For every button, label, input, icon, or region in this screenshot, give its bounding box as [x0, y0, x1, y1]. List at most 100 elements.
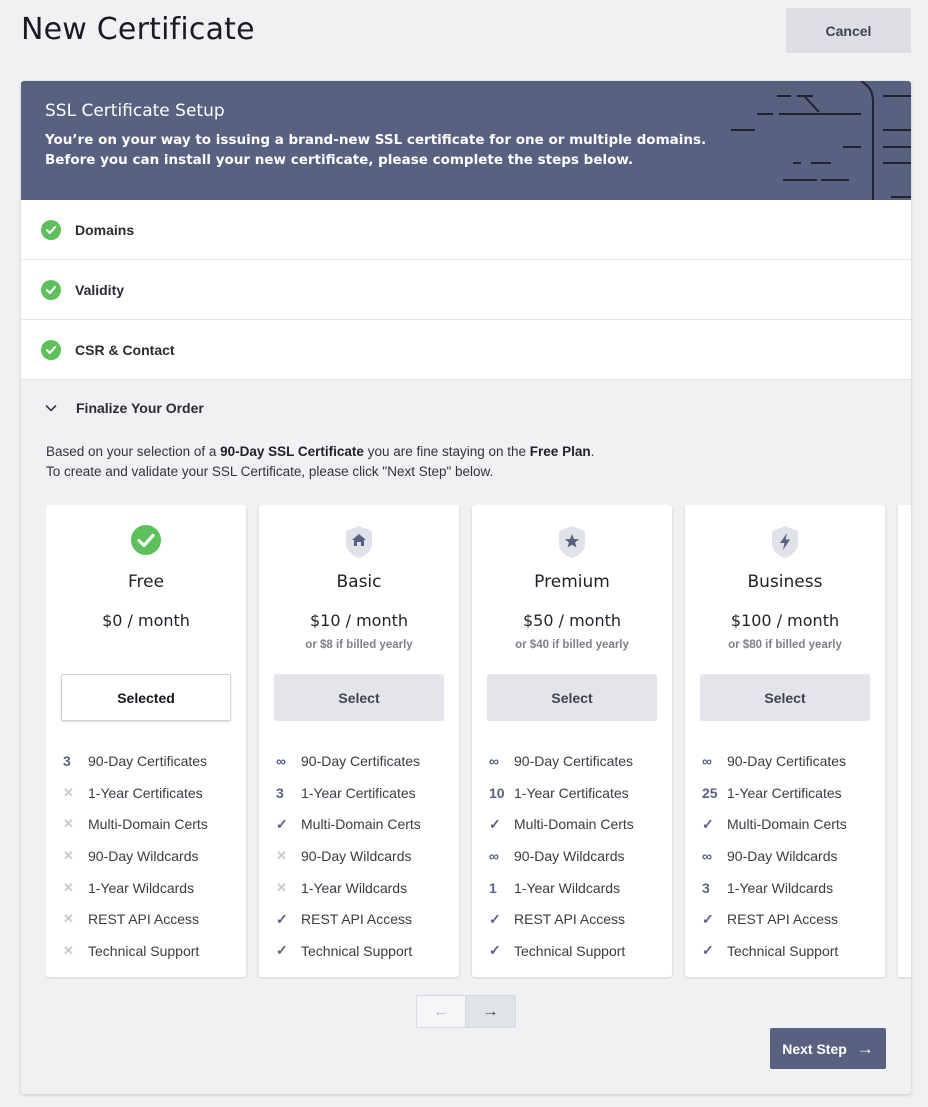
desc-text: . — [590, 444, 595, 459]
cross-icon: ✕ — [63, 911, 74, 927]
cross-icon: ✕ — [63, 784, 74, 800]
cross-icon: ✕ — [63, 816, 74, 832]
step-domains[interactable]: Domains — [21, 200, 911, 260]
plan-features: 3 90-Day Certificates ✕ 1-Year Certificate… — [63, 745, 238, 967]
cross-icon: ✕ — [276, 847, 287, 863]
finalize-line-1: Based on your selection of a 90-Day SSL … — [46, 442, 886, 462]
feature-label: 90-Day Certificates — [301, 752, 421, 769]
feature-label: REST API Access — [88, 911, 200, 928]
feature-item: ✓ Multi-Domain Certs — [702, 808, 877, 840]
home-shield-icon — [259, 525, 459, 558]
feature-label: Technical Support — [301, 942, 413, 959]
carousel-pager: ← → — [416, 995, 516, 1028]
feature-label: REST API Access — [301, 911, 413, 928]
feature-item: ∞ 90-Day Certificates — [702, 745, 877, 777]
plan-select-button[interactable]: Select — [274, 674, 444, 721]
setup-card: SSL Certificate Setup You’re on your way… — [21, 81, 911, 1094]
feature-label: 90-Day Wildcards — [301, 847, 412, 864]
feature-label: Multi-Domain Certs — [514, 816, 634, 833]
cancel-button[interactable]: Cancel — [786, 8, 911, 53]
arrow-right-icon: → — [482, 1002, 499, 1020]
infinity-icon: ∞ — [489, 752, 499, 769]
next-step-button[interactable]: Next Step → — [770, 1028, 886, 1069]
infinity-icon: ∞ — [702, 847, 712, 864]
checkmark-icon: ✓ — [276, 942, 288, 959]
checkmark-icon: ✓ — [276, 910, 288, 927]
feature-label: 90-Day Certificates — [514, 752, 634, 769]
feature-item: ✕ 1-Year Wildcards — [63, 872, 238, 904]
cross-icon: ✕ — [63, 942, 74, 958]
checkmark-icon: ✓ — [489, 910, 501, 927]
step-label: Finalize Your Order — [76, 400, 204, 416]
plan-card-free: Free $0 / month Selected 3 90-Day Certifi… — [46, 505, 246, 977]
carousel-next-button[interactable]: → — [466, 995, 516, 1028]
feature-label: 1-Year Certificates — [88, 784, 203, 801]
feature-item: ✕ Technical Support — [63, 935, 238, 967]
feature-label: 1-Year Wildcards — [727, 879, 834, 896]
check-circle-icon — [46, 525, 246, 555]
feature-label: 1-Year Certificates — [301, 784, 416, 801]
page-title: New Certificate — [21, 12, 255, 47]
desc-certificate-type: 90-Day SSL Certificate — [220, 444, 364, 459]
plan-price: $0 / month — [102, 611, 190, 630]
feature-item: ✓ Multi-Domain Certs — [489, 808, 664, 840]
next-step-label: Next Step — [782, 1040, 847, 1057]
feature-count: 10 — [489, 784, 505, 801]
desc-text: Based on your selection of a — [46, 444, 221, 459]
arrow-left-icon: ← — [433, 1002, 449, 1020]
feature-item: ✓ Multi-Domain Certs — [276, 808, 451, 840]
feature-label: 90-Day Certificates — [88, 752, 208, 769]
checkmark-icon: ✓ — [489, 942, 501, 959]
cross-icon: ✕ — [63, 879, 74, 895]
plan-selected-button[interactable]: Selected — [61, 674, 231, 721]
feature-item: 1 1-Year Wildcards — [489, 872, 664, 904]
bolt-shield-icon — [685, 525, 885, 558]
feature-count: 3 — [63, 752, 71, 769]
setup-banner: SSL Certificate Setup You’re on your way… — [21, 81, 911, 200]
feature-label: Multi-Domain Certs — [301, 816, 421, 833]
plan-name: Business — [747, 572, 823, 592]
feature-label: 1-Year Wildcards — [514, 879, 621, 896]
plan-features: ∞ 90-Day Certificates 25 1-Year Certificat… — [702, 745, 877, 967]
step-label: Validity — [75, 281, 125, 298]
check-circle-icon — [41, 219, 61, 240]
feature-label: 90-Day Wildcards — [727, 847, 838, 864]
feature-count: 3 — [276, 784, 284, 801]
checkmark-icon: ✓ — [702, 942, 714, 959]
decorative-lines-art — [731, 81, 911, 200]
finalize-line-2: To create and validate your SSL Certific… — [46, 464, 494, 479]
feature-item: ✕ 1-Year Certificates — [63, 777, 238, 809]
plan-card-business: Business $100 / month or $80 if billed y… — [685, 505, 885, 977]
chevron-down-icon — [45, 404, 57, 412]
feature-item: 3 1-Year Certificates — [276, 777, 451, 809]
plans-carousel: Free $0 / month Selected 3 90-Day Certifi… — [46, 505, 911, 979]
feature-count: 1 — [489, 879, 497, 896]
feature-label: Technical Support — [514, 942, 626, 959]
infinity-icon: ∞ — [702, 752, 712, 769]
feature-label: 90-Day Certificates — [727, 752, 847, 769]
feature-item: ✓ REST API Access — [276, 903, 451, 935]
star-shield-icon — [472, 525, 672, 558]
plan-features: ∞ 90-Day Certificates 10 1-Year Certificat… — [489, 745, 664, 967]
step-label: CSR & Contact — [75, 341, 175, 358]
feature-item: ✕ REST API Access — [63, 903, 238, 935]
checkmark-icon: ✓ — [702, 815, 714, 832]
step-csr-contact[interactable]: CSR & Contact — [21, 320, 911, 380]
feature-item: ✓ REST API Access — [702, 903, 877, 935]
feature-item: ✓ REST API Access — [489, 903, 664, 935]
step-finalize-order[interactable]: Finalize Your Order — [21, 380, 911, 436]
plan-select-button[interactable]: Select — [700, 674, 870, 721]
plan-yearly-price: or $8 if billed yearly — [305, 639, 413, 651]
step-validity[interactable]: Validity — [21, 260, 911, 320]
check-circle-icon — [41, 339, 61, 360]
plan-name: Basic — [336, 572, 382, 592]
plan-yearly-price: or $40 if billed yearly — [515, 639, 629, 651]
plan-select-button[interactable]: Select — [487, 674, 657, 721]
plan-card-next-peek — [898, 505, 911, 977]
feature-item: ✓ Technical Support — [489, 935, 664, 967]
check-circle-icon — [41, 279, 61, 300]
infinity-icon: ∞ — [276, 752, 286, 769]
checkmark-icon: ✓ — [702, 910, 714, 927]
carousel-prev-button[interactable]: ← — [416, 995, 466, 1028]
finalize-description: Based on your selection of a 90-Day SSL … — [21, 436, 911, 482]
